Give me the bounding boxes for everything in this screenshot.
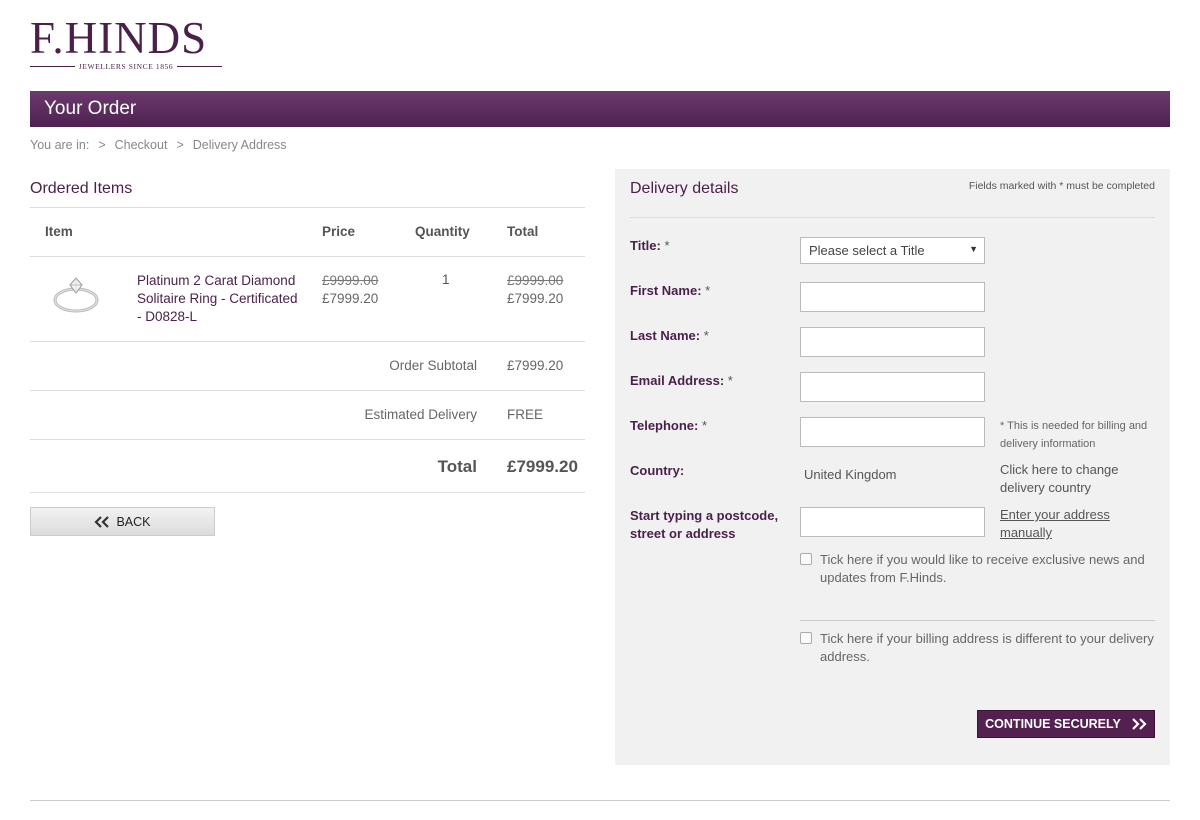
title-select[interactable]: Please select a Title ▼ [800,237,985,264]
email-input[interactable] [800,372,985,402]
double-chevron-right-icon [1132,718,1147,730]
back-button[interactable]: BACK [30,507,215,536]
caret-down-icon: ▼ [969,244,978,254]
first-name-label-text: First Name: [630,283,702,298]
first-name-input[interactable] [800,282,985,312]
telephone-label: Telephone: * [630,418,707,433]
news-checkbox[interactable] [800,553,812,565]
breadcrumb-separator: > [98,138,106,152]
brand-tagline: JEWELLERS SINCE 1856 [78,62,174,71]
telephone-note: * This is needed for billing and deliver… [1000,420,1148,450]
news-opt-in: Tick here if you would like to receive e… [800,551,1155,587]
total-label: Total [437,457,477,476]
required-marker: * [727,373,733,388]
item-price: £9999.00 £7999.20 [322,272,378,308]
postcode-search-input[interactable] [800,507,985,537]
continue-securely-button[interactable]: CONTINUE SECURELY [977,710,1155,738]
delivery-value: FREE [507,407,544,422]
estimated-delivery-row: Estimated Delivery FREE [30,391,585,440]
billing-different-label[interactable]: Tick here if your billing address is dif… [820,630,1155,666]
diamond-ring-icon[interactable] [50,273,102,317]
column-price: Price [322,224,356,239]
email-label: Email Address: * [630,373,733,388]
breadcrumb-prefix: You are in: [30,138,90,152]
required-fields-note: Fields marked with * must be completed [968,180,1155,192]
item-total: £9999.00 £7999.20 [507,272,563,308]
delivery-details-title: Delivery details [630,180,739,197]
subtotal-value: £7999.20 [507,358,564,373]
item-sale-price: £7999.20 [322,291,379,306]
item-sale-total: £7999.20 [507,291,564,306]
divider [800,620,1155,621]
required-marker: * [703,328,709,343]
table-row: Platinum 2 Carat Diamond Solitaire Ring … [30,257,585,342]
footer-divider [30,800,1170,801]
continue-button-label: CONTINUE SECURELY [985,717,1121,731]
last-name-label: Last Name: * [630,328,709,343]
subtotal-label: Order Subtotal [389,358,477,373]
column-quantity: Quantity [415,224,470,239]
back-button-label: BACK [116,514,151,529]
ordered-items-panel: Ordered Items Item Price Quantity Total … [30,180,585,493]
title-label-text: Title: [630,238,661,253]
required-marker: * [705,283,711,298]
column-item: Item [45,224,73,239]
title-select-value: Please select a Title [809,243,925,258]
breadcrumb-separator: > [176,138,184,152]
last-name-input[interactable] [800,327,985,357]
title-label: Title: * [630,238,670,253]
breadcrumb-delivery-address: Delivery Address [192,138,287,152]
first-name-label: First Name: * [630,283,710,298]
news-checkbox-label[interactable]: Tick here if you would like to receive e… [820,551,1155,587]
delivery-label: Estimated Delivery [364,407,477,422]
email-label-text: Email Address: [630,373,725,388]
country-label: Country: [630,463,685,478]
item-old-total: £9999.00 [507,273,564,288]
item-quantity: 1 [442,272,450,287]
ordered-items-title: Ordered Items [30,180,585,208]
delivery-details-header: Delivery details Fields marked with * mu… [630,180,1155,218]
column-total: Total [507,224,539,239]
change-country-link[interactable]: Click here to change delivery country [1000,461,1155,497]
item-old-price: £9999.00 [322,273,379,288]
telephone-input[interactable] [800,417,985,447]
telephone-label-text: Telephone: [630,418,699,433]
brand-logo[interactable]: F.HINDS JEWELLERS SINCE 1856 [30,16,222,71]
double-chevron-left-icon [94,515,110,528]
delivery-details-panel: Delivery details Fields marked with * mu… [615,169,1170,765]
required-marker: * [702,418,708,433]
page-banner: Your Order [30,91,1170,127]
product-name-link[interactable]: Platinum 2 Carat Diamond Solitaire Ring … [137,272,302,326]
order-subtotal-row: Order Subtotal £7999.20 [30,342,585,391]
last-name-label-text: Last Name: [630,328,701,343]
total-value: £7999.20 [507,457,578,476]
billing-different-checkbox[interactable] [800,632,812,644]
country-value: United Kingdom [804,467,897,482]
order-table-header: Item Price Quantity Total [30,208,585,257]
divider [30,66,75,67]
order-total-row: Total £7999.20 [30,440,585,493]
divider [177,66,222,67]
page-title: Your Order [44,98,137,119]
brand-tagline-row: JEWELLERS SINCE 1856 [30,62,222,71]
required-marker: * [664,238,670,253]
billing-address-option: Tick here if your billing address is dif… [800,630,1155,666]
enter-address-manually-link[interactable]: Enter your address manually [1000,506,1130,542]
breadcrumb: You are in: > Checkout > Delivery Addres… [30,138,287,152]
brand-name: F.HINDS [30,13,208,63]
breadcrumb-checkout[interactable]: Checkout [115,138,168,152]
postcode-label: Start typing a postcode, street or addre… [630,508,779,541]
